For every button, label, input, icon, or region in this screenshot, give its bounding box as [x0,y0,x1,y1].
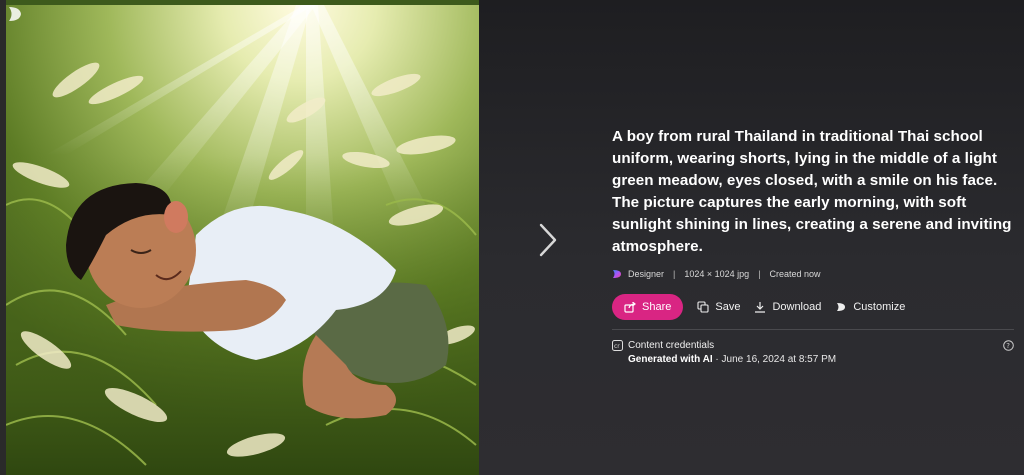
svg-text:?: ? [1006,342,1010,350]
meta-app: Designer [628,269,665,279]
save-icon [697,301,709,313]
designer-watermark-icon [9,7,21,21]
download-icon [755,302,766,313]
meta-size: 1024 × 1024 jpg [684,269,750,279]
image-prompt: A boy from rural Thailand in traditional… [612,128,1012,255]
divider [612,329,1014,330]
chevron-right-icon [539,223,557,257]
share-button[interactable]: Share [612,294,684,320]
download-label: Download [772,301,822,313]
share-icon [624,301,636,313]
content-credentials: cr Content credentials Generated with AI… [612,340,1014,365]
boy-in-meadow-image [6,5,479,475]
designer-logo-icon [613,270,621,278]
help-icon[interactable]: ? [1003,340,1014,351]
credentials-header: cr Content credentials [612,340,1014,351]
generated-with-ai: Generated with AI [628,354,713,365]
customize-button[interactable]: Customize [835,301,905,313]
meta-separator: | [673,269,676,279]
action-bar: Share Save Download Customize [612,294,1016,320]
next-image-button[interactable] [533,220,563,260]
content-credentials-icon: cr [612,340,623,351]
share-label: Share [642,301,672,313]
meta-created: Created now [769,269,821,279]
svg-text:cr: cr [614,343,620,350]
image-meta: Designer | 1024 × 1024 jpg | Created now [612,269,1016,279]
save-button[interactable]: Save [697,301,740,313]
meta-separator: | [758,269,761,279]
generated-image[interactable] [0,0,479,475]
customize-icon [837,303,846,311]
image-viewer: A boy from rural Thailand in traditional… [0,0,1024,475]
image-details-panel: A boy from rural Thailand in traditional… [612,126,1016,365]
save-label: Save [715,301,741,313]
generated-date: · June 16, 2024 at 8:57 PM [712,354,837,365]
credentials-detail: Generated with AI · June 16, 2024 at 8:5… [628,354,1014,365]
download-button[interactable]: Download [754,301,821,313]
credentials-title: Content credentials [628,340,715,351]
customize-label: Customize [853,301,906,313]
